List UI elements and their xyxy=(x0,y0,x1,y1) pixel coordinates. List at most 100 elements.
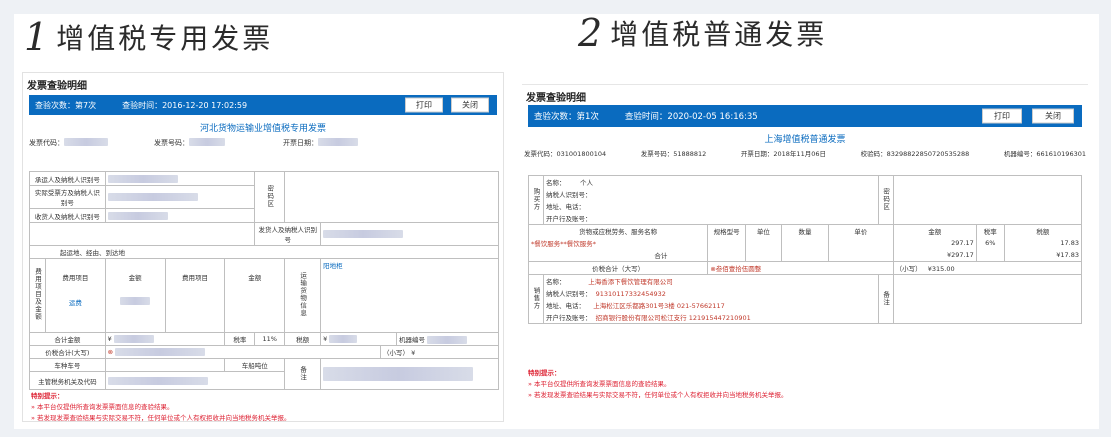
heading-number: 1 xyxy=(24,15,49,59)
check-count: 查验次数：第1次 xyxy=(534,112,599,122)
invoice-table: 购买方 名称： 个人 密码区 纳税人识别号： 地址、电话： 开户行及账号： 货物… xyxy=(527,175,1083,324)
seller-name-value: 上海香添下餐饮管理有限公司 xyxy=(588,278,673,286)
close-button[interactable]: 关闭 xyxy=(451,97,489,113)
col-tax-rate: 税率 xyxy=(975,224,1005,237)
redacted-value xyxy=(329,335,358,343)
invoice-number-label: 发票号码： xyxy=(154,139,189,147)
fee-item-header: 费用项目 xyxy=(164,258,226,296)
check-time: 查验时间：2016-12-20 17:02:59 xyxy=(122,100,248,110)
panel-title: 发票查验明细 xyxy=(27,81,87,92)
invoice-code-label: 发票代码： xyxy=(29,139,64,147)
vehicle-label: 车种车号 xyxy=(29,358,106,372)
machine-number: 机器编号：661610196301 xyxy=(1003,150,1086,158)
seller-bank-value: 招商银行股份有限公司松江支行 121915447210901 xyxy=(595,314,751,322)
total-small-value: ¥315.00 xyxy=(927,265,955,273)
seller-bank-label: 开户行及账号： xyxy=(546,314,592,322)
close-button[interactable]: 关闭 xyxy=(1032,108,1074,124)
check-info-bar: 查验次数：第7次 查验时间：2016-12-20 17:02:59 打印 关闭 xyxy=(29,95,497,115)
redacted-value xyxy=(323,367,474,381)
redacted-value xyxy=(120,296,151,305)
check-code: 校验码：83298822850720535288 xyxy=(860,150,970,158)
total-upper-label: 价税合计(大写) xyxy=(29,345,106,359)
invoice-meta: 发票代码：031001800104 发票号码：51888812 开票日期：201… xyxy=(522,148,1088,158)
cargo-info-value: 阳地柜 xyxy=(320,258,499,333)
redacted-value xyxy=(113,335,154,343)
actual-recipient-label: 实际受票方及纳税人识别号 xyxy=(29,185,106,209)
subtotal-label: 合计 xyxy=(527,249,709,262)
heading-ordinary-invoice: 2 增值税普通发票 xyxy=(578,14,827,52)
buyer-bank-label: 开户行及账号： xyxy=(543,212,879,225)
invoice-table: 承运人及纳税人识别号 密码区 实际受票方及纳税人识别号 收货人及纳税人识别号 发… xyxy=(28,171,499,390)
heading-special-invoice: 1 增值税专用发票 xyxy=(24,18,273,56)
receiver-label: 收货人及纳税人识别号 xyxy=(29,208,106,223)
subtotal-tax: ¥17.83 xyxy=(1003,249,1083,262)
amount-header: 金额 xyxy=(224,258,286,296)
col-amount: 金额 xyxy=(892,224,977,237)
route-label: 起运地、经由、到达地 xyxy=(29,245,499,259)
yen-sign: ¥ xyxy=(107,335,112,343)
redacted-value xyxy=(107,376,208,385)
redacted-value xyxy=(107,193,198,201)
redacted-value xyxy=(107,211,168,220)
item-tax: 17.83 xyxy=(1003,237,1083,249)
special-notice: 特别提示： » 本平台仅提供所查询发票票面信息的查验结果。 » 若发现发票查验结… xyxy=(31,392,291,422)
subtotal-amount: ¥297.17 xyxy=(892,249,977,262)
buyer-name-value: 个人 xyxy=(579,179,593,187)
item-name: *餐饮服务**餐饮服务* xyxy=(527,237,709,249)
password-area xyxy=(284,171,499,223)
yen-sign: ¥ xyxy=(411,349,416,357)
invoice-date-label: 开票日期： xyxy=(283,139,318,147)
item-amount: 297.17 xyxy=(892,237,977,249)
password-area-label: 密码区 xyxy=(254,171,286,223)
remark-area xyxy=(892,274,1083,324)
buyer-name-label: 名称： xyxy=(546,179,566,187)
fee-side-label: 费用项目及金额 xyxy=(29,258,46,333)
print-button[interactable]: 打印 xyxy=(405,97,443,113)
invoice-code: 发票代码：031001800104 xyxy=(524,150,607,158)
total-upper-label: 价税合计（大写） xyxy=(527,261,709,275)
total-upper-symbol: ⊗ xyxy=(107,348,114,356)
redacted-value xyxy=(115,348,206,356)
invoice-title: 上海增值税普通发票 xyxy=(764,135,846,145)
redacted-value xyxy=(189,138,225,146)
special-notice: 特别提示： » 本平台仅提供所查询发票票面信息的查验结果。 » 若发现发票查验结… xyxy=(528,369,788,399)
notice-title: 特别提示： xyxy=(528,369,561,377)
item-tax-rate: 6% xyxy=(975,237,1005,249)
col-unit: 单位 xyxy=(744,224,782,237)
small-label: （小写） xyxy=(383,349,410,357)
buyer-address-label: 地址、电话： xyxy=(543,200,879,212)
tonnage-label: 车船吨位 xyxy=(224,358,286,372)
tax-rate-label: 税率 xyxy=(224,332,256,346)
password-area xyxy=(892,175,1083,225)
authority-label: 主管税务机关及代码 xyxy=(29,371,106,390)
seller-name-label: 名称： xyxy=(546,278,566,286)
print-button[interactable]: 打印 xyxy=(982,108,1022,124)
carrier-label: 承运人及纳税人识别号 xyxy=(29,171,106,186)
special-invoice-panel: 发票查验明细 查验次数：第7次 查验时间：2016-12-20 17:02:59… xyxy=(22,72,504,422)
seller-side-label: 销售方 xyxy=(528,274,544,324)
check-count: 查验次数：第7次 xyxy=(35,100,97,110)
heading-text: 增值税专用发票 xyxy=(56,22,274,56)
remark-label: 备注 xyxy=(877,274,894,324)
tax-rate-value: 11% xyxy=(254,332,286,346)
table-row: *餐饮服务**餐饮服务* 297.17 6% 17.83 xyxy=(527,237,1083,249)
cargo-info-label: 运输货物信息 xyxy=(284,258,322,333)
redacted-value xyxy=(427,336,468,344)
shipper-label: 发货人及纳税人识别号 xyxy=(254,222,322,246)
notice-title: 特别提示： xyxy=(31,392,64,400)
total-small-label: （小写） xyxy=(895,265,922,273)
password-area-label: 密码区 xyxy=(877,175,894,225)
remark-label: 备注 xyxy=(284,358,322,390)
seller-address-value: 上海松江区乐都路301号3楼 021-57662117 xyxy=(593,302,725,310)
tax-label: 税额 xyxy=(284,332,322,346)
redacted-value xyxy=(64,138,108,146)
ordinary-invoice-panel: 发票查验明细 查验次数：第1次 查验时间：2020-02-05 16:16:35… xyxy=(522,84,1088,409)
redacted-value xyxy=(107,174,178,183)
buyer-side-label: 购买方 xyxy=(528,175,544,225)
check-time: 查验时间：2020-02-05 16:16:35 xyxy=(624,112,758,122)
total-upper-value: ⊗叁佰壹拾伍圆整 xyxy=(707,261,894,275)
notice-line: 本平台仅提供所查询发票票面信息的查验结果。 xyxy=(534,380,671,388)
col-tax: 税额 xyxy=(1003,224,1083,237)
redacted-value xyxy=(323,230,404,238)
invoice-number: 发票号码：51888812 xyxy=(640,150,707,158)
